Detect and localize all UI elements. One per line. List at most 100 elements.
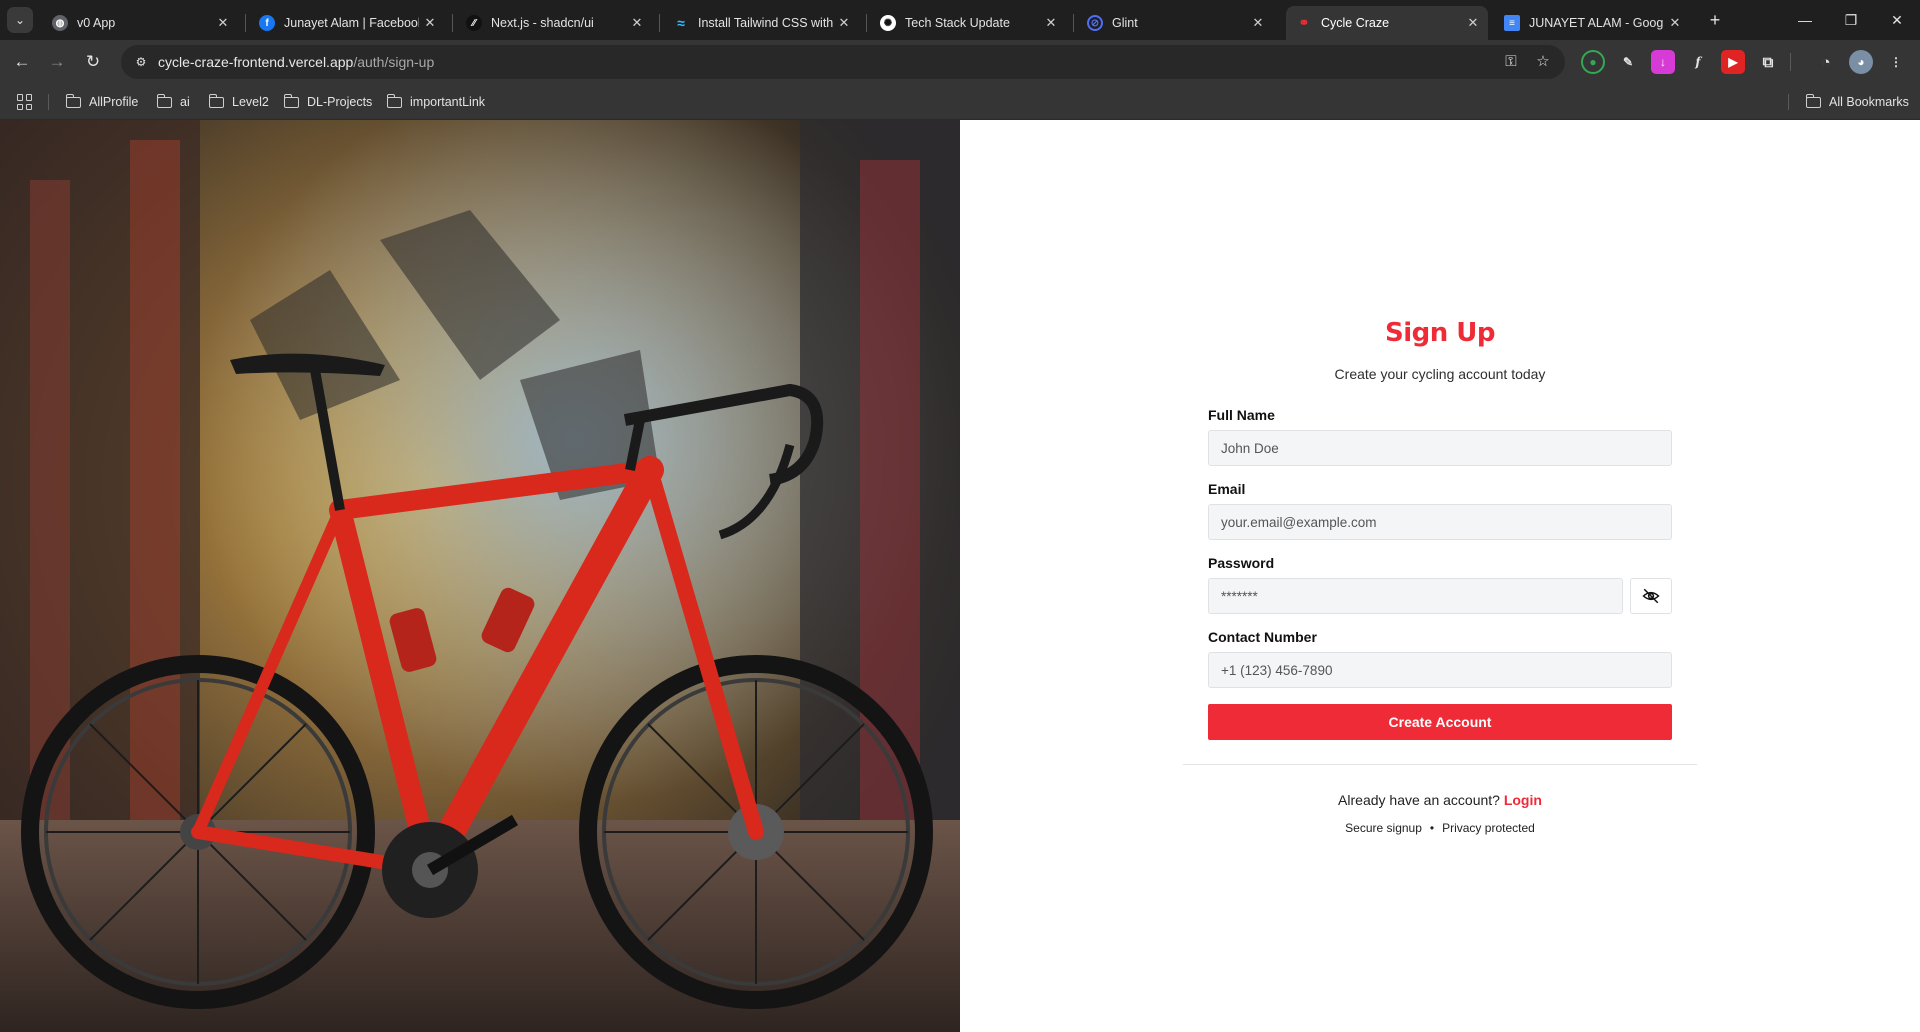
tab-divider [1073, 14, 1074, 32]
color-picker-icon[interactable]: ✎ [1616, 50, 1640, 74]
video-extension-icon[interactable]: ▶ [1721, 50, 1745, 74]
tab-google-docs[interactable]: ≡ JUNAYET ALAM - Google ✕ [1494, 6, 1690, 40]
bicycle-illustration [0, 120, 960, 1032]
cycle-craze-icon: ⚭ [1298, 15, 1310, 30]
trust-badges: Secure signup • Privacy protected [960, 821, 1920, 835]
minimize-icon: — [1798, 12, 1812, 28]
performance-icon[interactable]: ◔ [1814, 50, 1838, 74]
login-prompt-text: Already have an account? [1338, 792, 1500, 808]
eye-off-icon [1642, 588, 1660, 604]
folder-icon [156, 93, 172, 108]
signup-panel: Sign Up Create your cycling account toda… [960, 120, 1920, 1032]
contact-number-input[interactable]: +1 (123) 456-7890 [1208, 652, 1672, 688]
secure-signup-text: Secure signup [1345, 821, 1422, 835]
tailwind-icon: ≈ [677, 15, 685, 31]
bookmark-star-icon[interactable]: ☆ [1533, 52, 1553, 72]
bookmark-label: AllProfile [89, 95, 139, 109]
close-icon: ✕ [1891, 11, 1903, 28]
full-name-label: Full Name [1208, 407, 1275, 423]
facebook-icon: f [259, 15, 275, 31]
download-extension-icon[interactable]: ↓ [1651, 50, 1675, 74]
back-button[interactable]: ← [8, 48, 36, 76]
bookmark-label: ai [180, 95, 190, 109]
folder-icon [386, 93, 402, 108]
forward-button[interactable]: → [43, 48, 71, 76]
tab-title: Next.js - shadcn/ui [491, 16, 594, 30]
bookmark-folder-allprofile[interactable]: AllProfile [65, 92, 139, 112]
close-icon[interactable]: ✕ [626, 15, 648, 31]
password-key-icon[interactable]: ⚿ [1501, 52, 1521, 72]
close-icon[interactable]: ✕ [1664, 15, 1686, 31]
bookmark-divider [1788, 94, 1789, 110]
bookmark-divider [48, 94, 49, 110]
arrow-left-icon: ← [13, 52, 31, 71]
toggle-password-visibility-button[interactable] [1630, 578, 1672, 614]
bookmark-folder-ai[interactable]: ai [156, 92, 190, 112]
tab-title: Glint [1112, 16, 1138, 30]
full-name-input[interactable]: John Doe [1208, 430, 1672, 466]
url-path: /auth/sign-up [353, 54, 435, 70]
tab-cycle-craze[interactable]: ⚭ Cycle Craze ✕ [1286, 6, 1488, 40]
tab-shadcn[interactable]: ⁄⁄ Next.js - shadcn/ui ✕ [456, 6, 652, 40]
folder-icon [65, 93, 81, 108]
tab-divider [866, 14, 867, 32]
login-link[interactable]: Login [1504, 792, 1542, 808]
close-icon[interactable]: ✕ [1040, 15, 1062, 31]
folder-icon [208, 93, 224, 108]
bookmark-label: All Bookmarks [1829, 95, 1909, 109]
tab-strip: ⌄ ◍ v0 App ✕ f Junayet Alam | Facebook ✕… [0, 0, 1920, 40]
chatgpt-icon: ✺ [880, 15, 896, 31]
reload-button[interactable]: ↻ [79, 48, 107, 76]
tab-facebook[interactable]: f Junayet Alam | Facebook ✕ [249, 6, 445, 40]
tab-title: Junayet Alam | Facebook [284, 16, 419, 30]
close-icon[interactable]: ✕ [1462, 15, 1484, 31]
tab-divider [659, 14, 660, 32]
close-icon[interactable]: ✕ [419, 15, 441, 31]
arrow-right-icon: → [48, 52, 66, 71]
reload-icon: ↻ [85, 52, 101, 71]
folder-icon [1805, 93, 1821, 108]
extension-green-circle-icon[interactable]: ● [1581, 50, 1605, 74]
bullet-separator: • [1429, 821, 1435, 835]
bookmark-folder-level2[interactable]: Level2 [208, 92, 269, 112]
address-bar[interactable]: ⚙ cycle-craze-frontend.vercel.app/auth/s… [121, 45, 1565, 79]
browser-toolbar: ← → ↻ ⚙ cycle-craze-frontend.vercel.app/… [0, 40, 1920, 84]
tab-tech-stack[interactable]: ✺ Tech Stack Update ✕ [870, 6, 1066, 40]
form-divider [1183, 764, 1697, 765]
tab-glint[interactable]: ⊘ Glint ✕ [1077, 6, 1273, 40]
site-settings-icon[interactable]: ⚙ [131, 52, 151, 72]
restore-button[interactable]: ❐ [1828, 0, 1874, 40]
all-bookmarks-button[interactable]: All Bookmarks [1805, 92, 1909, 112]
bookmark-folder-dl-projects[interactable]: DL-Projects [283, 92, 372, 112]
create-account-button[interactable]: Create Account [1208, 704, 1672, 740]
extensions-puzzle-icon[interactable]: ⧉ [1756, 50, 1780, 74]
tab-title: Install Tailwind CSS with N [698, 16, 833, 30]
plus-icon: + [1709, 10, 1721, 30]
new-tab-button[interactable]: + [1703, 9, 1727, 31]
close-icon[interactable]: ✕ [833, 15, 855, 31]
minimize-button[interactable]: — [1782, 0, 1828, 40]
close-icon[interactable]: ✕ [212, 15, 234, 31]
close-icon[interactable]: ✕ [1247, 15, 1269, 31]
profile-avatar[interactable]: ◕ [1849, 50, 1873, 74]
login-prompt-row: Already have an account? Login [960, 792, 1920, 808]
privacy-protected-text: Privacy protected [1442, 821, 1535, 835]
folder-icon [283, 93, 299, 108]
apps-grid-icon[interactable] [17, 94, 33, 110]
url-text[interactable]: cycle-craze-frontend.vercel.app/auth/sig… [158, 54, 434, 70]
contact-number-label: Contact Number [1208, 629, 1317, 645]
page-subtitle: Create your cycling account today [1334, 366, 1546, 382]
password-input[interactable]: ******* [1208, 578, 1623, 614]
restore-icon: ❐ [1844, 11, 1858, 28]
kebab-menu-icon[interactable]: ⋮ [1884, 50, 1908, 74]
full-name-placeholder: John Doe [1221, 440, 1279, 456]
bookmark-folder-importantlink[interactable]: importantLink [386, 92, 485, 112]
email-input[interactable]: your.email@example.com [1208, 504, 1672, 540]
tab-search-button[interactable]: ⌄ [7, 7, 33, 33]
close-window-button[interactable]: ✕ [1874, 0, 1920, 40]
font-extension-icon[interactable]: f [1686, 50, 1710, 74]
tab-tailwind[interactable]: ≈ Install Tailwind CSS with N ✕ [663, 6, 859, 40]
tab-title: v0 App [77, 16, 116, 30]
page-title: Sign Up [1384, 318, 1496, 348]
tab-v0-app[interactable]: ◍ v0 App ✕ [42, 6, 238, 40]
